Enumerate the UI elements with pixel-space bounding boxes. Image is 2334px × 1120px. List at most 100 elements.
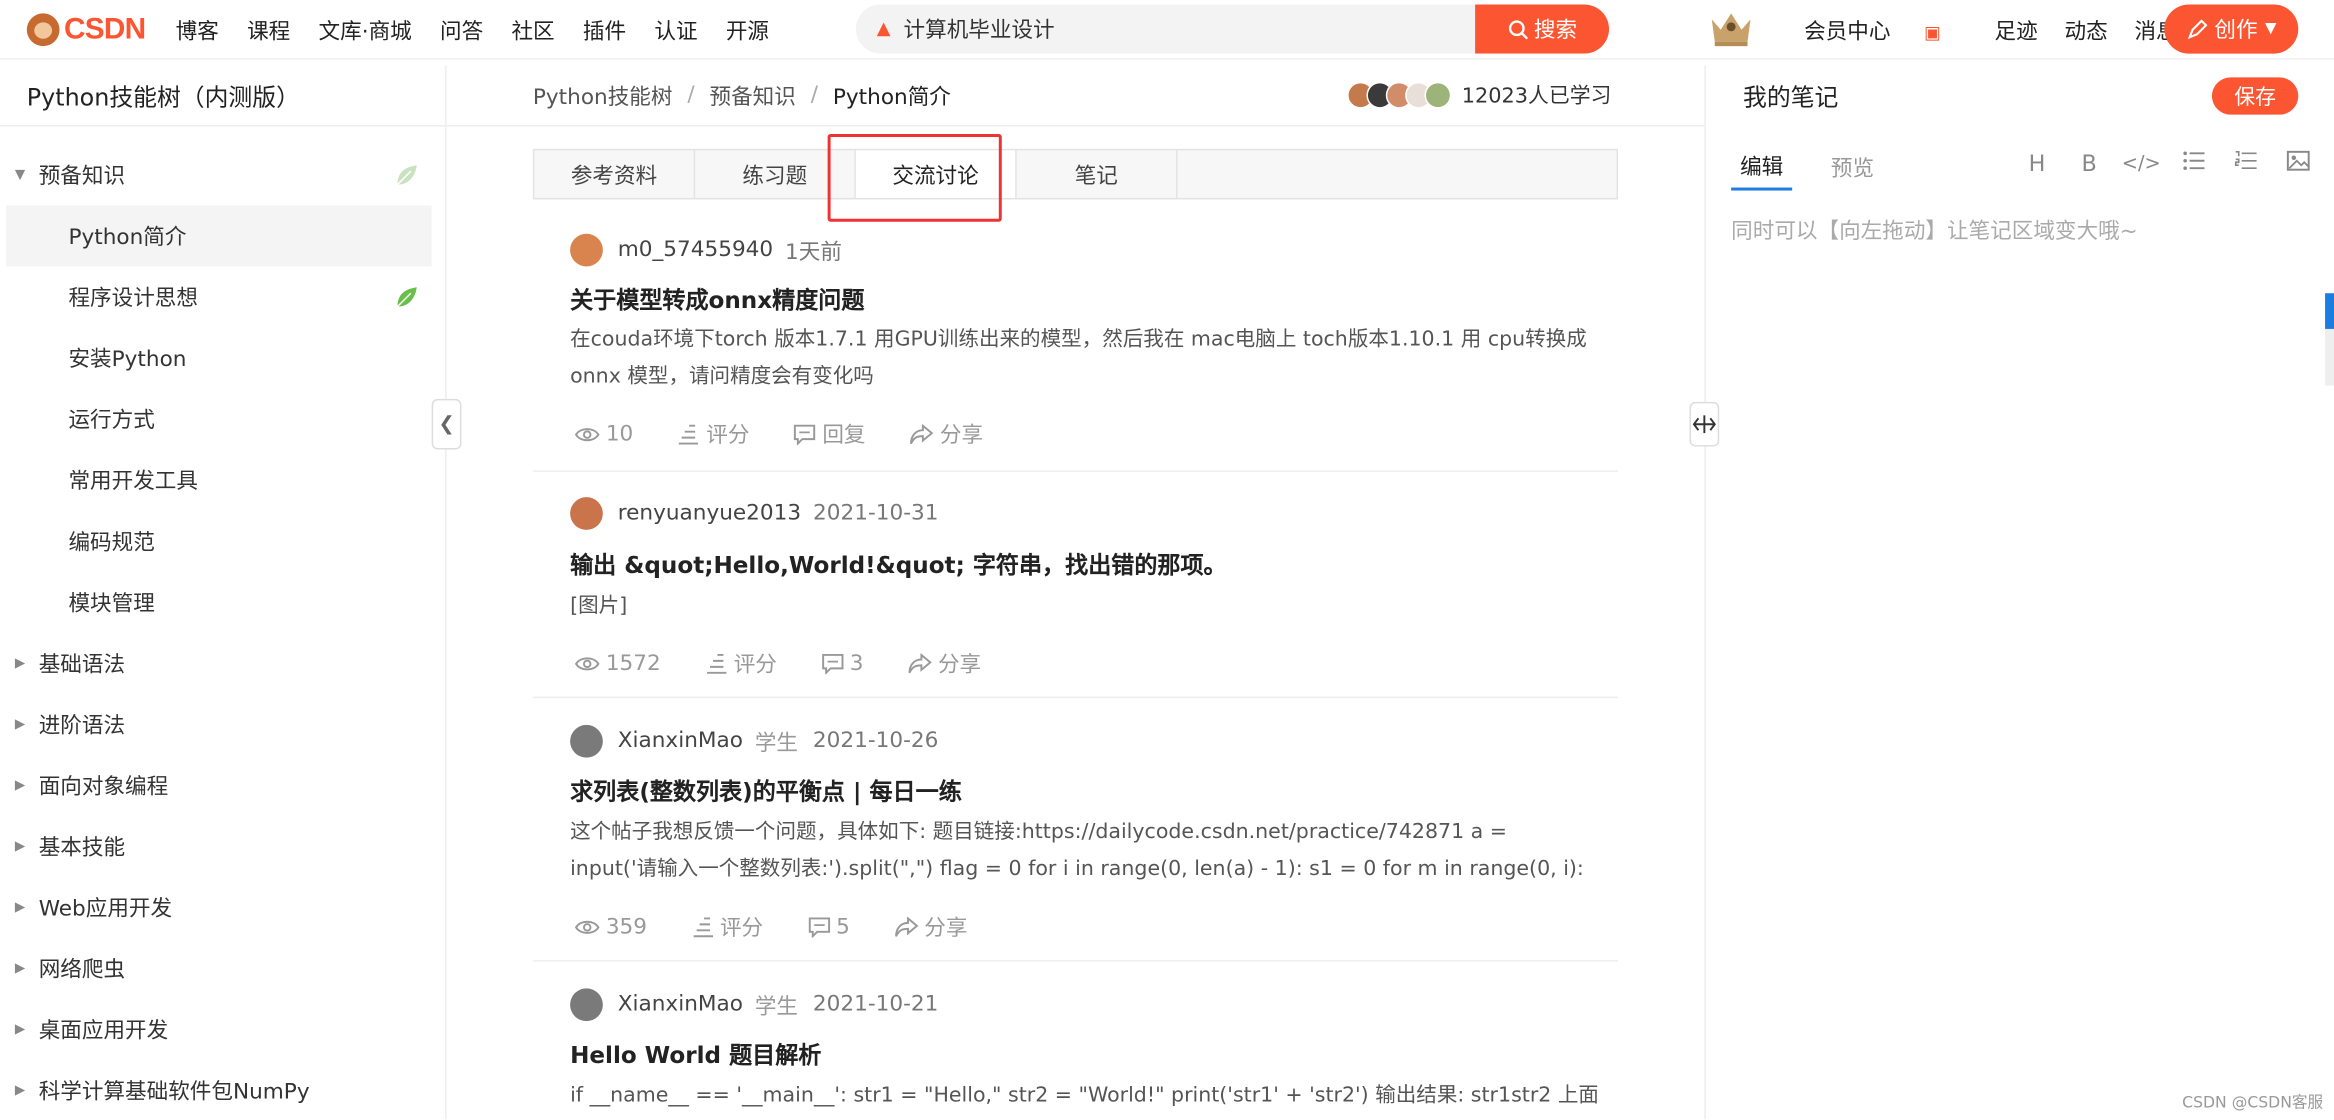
comments-count: 5 — [836, 914, 850, 939]
share-button[interactable]: 分享 — [910, 418, 983, 449]
post-body: if __name__ == '__main__': str1 = "Hello… — [570, 1083, 1598, 1108]
tree-item-numpy[interactable]: ▶ 科学计算基础软件包NumPy — [0, 1060, 447, 1120]
bullet-list-button[interactable] — [2167, 150, 2219, 177]
tree-item-advanced-syntax[interactable]: ▶ 进阶语法 — [0, 694, 447, 755]
search-input[interactable] — [903, 4, 1529, 54]
post-title[interactable]: 求列表(整数列表)的平衡点 | 每日一练 — [570, 774, 962, 807]
discussion-post[interactable]: m0_57455940 1天前 关于模型转成onnx精度问题 在couda环境下… — [532, 220, 1619, 472]
side-float-tab-grey[interactable] — [2325, 328, 2334, 386]
footprint-link[interactable]: 足迹 — [1995, 14, 2038, 45]
skill-tree: ▼ 预备知识 Python简介 程序设计思想 安装Python 运行方式 常用开发… — [0, 144, 447, 1119]
rate-button[interactable]: 评分 — [678, 418, 749, 449]
comments-button[interactable]: 3 — [822, 651, 864, 675]
breadcrumb-item[interactable]: 预备知识 — [710, 80, 796, 111]
discussion-post[interactable]: XianxinMao 学生 2021-10-21 Hello World 题目解… — [533, 962, 1618, 1120]
resize-handle[interactable] — [1689, 401, 1720, 447]
create-button[interactable]: 创作 ▼ — [2164, 4, 2299, 54]
nav-item-course[interactable]: 课程 — [247, 14, 290, 45]
logo-text: CSDN — [64, 12, 146, 46]
rate-label: 评分 — [733, 653, 777, 678]
crown-icon[interactable] — [1707, 6, 1755, 51]
user-tag: 学生 — [754, 995, 799, 1019]
post-author[interactable]: m0_57455940 — [618, 238, 773, 262]
activity-link[interactable]: 动态 — [2065, 14, 2108, 45]
avatar[interactable] — [570, 497, 603, 530]
csdn-logo[interactable]: CSDN — [26, 10, 152, 49]
tree-item-basic-syntax[interactable]: ▶ 基础语法 — [0, 633, 447, 694]
avatar[interactable] — [570, 988, 603, 1022]
gift-icon: ▣ — [1924, 21, 1941, 43]
nav-item-opensource[interactable]: 开源 — [726, 14, 769, 45]
search-button[interactable]: 搜索 — [1475, 4, 1610, 54]
tree-item-dev-tools[interactable]: 常用开发工具 — [0, 450, 447, 511]
collapse-sidebar-button[interactable]: ❮ — [431, 398, 462, 450]
post-title[interactable]: Hello World 题目解析 — [570, 1037, 821, 1070]
nav-item-plugin[interactable]: 插件 — [583, 14, 626, 45]
monkey-logo-icon — [26, 13, 60, 47]
tree-item-python-intro[interactable]: Python简介 — [5, 205, 432, 267]
tab-references[interactable]: 参考资料 — [534, 150, 696, 198]
fire-icon: ▲ — [876, 17, 891, 39]
nav-item-certify[interactable]: 认证 — [654, 14, 697, 45]
breadcrumb-item[interactable]: Python技能树 — [533, 80, 673, 111]
tree-item-coding-style[interactable]: 编码规范 — [0, 511, 447, 572]
tree-item-prerequisites[interactable]: ▼ 预备知识 — [0, 144, 447, 205]
post-author[interactable]: XianxinMao — [618, 993, 743, 1017]
tree-item-desktop-dev[interactable]: ▶ 桌面应用开发 — [0, 999, 447, 1060]
tree-item-crawler[interactable]: ▶ 网络爬虫 — [0, 938, 447, 999]
tree-item-design-thinking[interactable]: 程序设计思想 — [0, 266, 447, 327]
tree-item-modules[interactable]: 模块管理 — [0, 572, 447, 633]
side-float-tab[interactable] — [2325, 293, 2334, 329]
avatar[interactable] — [570, 724, 603, 758]
post-title[interactable]: 输出 &quot;Hello,World!&quot; 字符串，找出错的那项。 — [570, 548, 1227, 581]
member-center-link[interactable]: 会员中心 ▣ — [1804, 14, 1968, 45]
eye-icon — [574, 920, 600, 934]
notes-title: 我的笔记 — [1743, 83, 1839, 112]
share-button[interactable]: 分享 — [894, 911, 967, 942]
caret-right-icon: ▶ — [14, 960, 26, 976]
member-center-label: 会员中心 — [1804, 20, 1891, 44]
post-author[interactable]: renyuanyue2013 — [618, 502, 801, 526]
caret-right-icon: ▶ — [14, 899, 26, 915]
tab-edit[interactable]: 编辑 — [1731, 143, 1793, 191]
nav-item-community[interactable]: 社区 — [511, 14, 554, 45]
tree-item-install-python[interactable]: 安装Python — [0, 327, 447, 388]
heading-button[interactable]: H — [2011, 150, 2063, 177]
tree-item-basic-skills[interactable]: ▶ 基本技能 — [0, 816, 447, 877]
caret-right-icon: ▶ — [14, 838, 26, 854]
learners-info: 12023人已学习 — [1347, 79, 1611, 112]
discussion-post[interactable]: XianxinMao 学生 2021-10-26 求列表(整数列表)的平衡点 |… — [532, 698, 1619, 962]
tree-item-oop[interactable]: ▶ 面向对象编程 — [0, 755, 447, 816]
notes-placeholder[interactable]: 同时可以【向左拖动】让笔记区域变大哦~ — [1731, 214, 2138, 245]
breadcrumb-separator: / — [687, 83, 695, 108]
discussion-post[interactable]: renyuanyue2013 2021-10-31 输出 &quot;Hello… — [532, 472, 1619, 699]
nav-item-blog[interactable]: 博客 — [176, 14, 219, 45]
share-icon — [908, 652, 933, 673]
tab-notes[interactable]: 笔记 — [1017, 150, 1178, 198]
rate-button[interactable]: 评分 — [705, 648, 777, 679]
bold-button[interactable]: B — [2063, 150, 2115, 177]
save-button[interactable]: 保存 — [2211, 77, 2299, 115]
comments-button[interactable]: 5 — [808, 915, 850, 939]
post-title[interactable]: 关于模型转成onnx精度问题 — [570, 283, 864, 316]
reply-button[interactable]: 回复 — [794, 418, 866, 449]
rate-label: 评分 — [706, 424, 750, 449]
avatar[interactable] — [570, 233, 603, 267]
nav-item-qa[interactable]: 问答 — [440, 14, 483, 45]
post-author[interactable]: XianxinMao — [618, 729, 743, 753]
main-nav: 博客 课程 文库·商城 问答 社区 插件 认证 开源 — [176, 0, 798, 60]
content-tabs: 参考资料 练习题 交流讨论 笔记 — [532, 148, 1619, 200]
tree-item-web-dev[interactable]: ▶ Web应用开发 — [0, 877, 447, 938]
rate-button[interactable]: 评分 — [692, 911, 763, 942]
post-time: 1天前 — [785, 240, 842, 265]
code-button[interactable]: </> — [2115, 153, 2167, 175]
rate-icon — [679, 424, 699, 444]
comment-icon — [822, 653, 844, 674]
ordered-list-button[interactable] — [2219, 150, 2271, 177]
image-button[interactable] — [2271, 150, 2323, 177]
share-button[interactable]: 分享 — [908, 648, 981, 679]
tree-item-run-modes[interactable]: 运行方式 — [0, 389, 447, 450]
tab-preview[interactable]: 预览 — [1822, 143, 1883, 191]
nav-item-library[interactable]: 文库·商城 — [319, 14, 412, 45]
comment-icon — [794, 424, 816, 445]
